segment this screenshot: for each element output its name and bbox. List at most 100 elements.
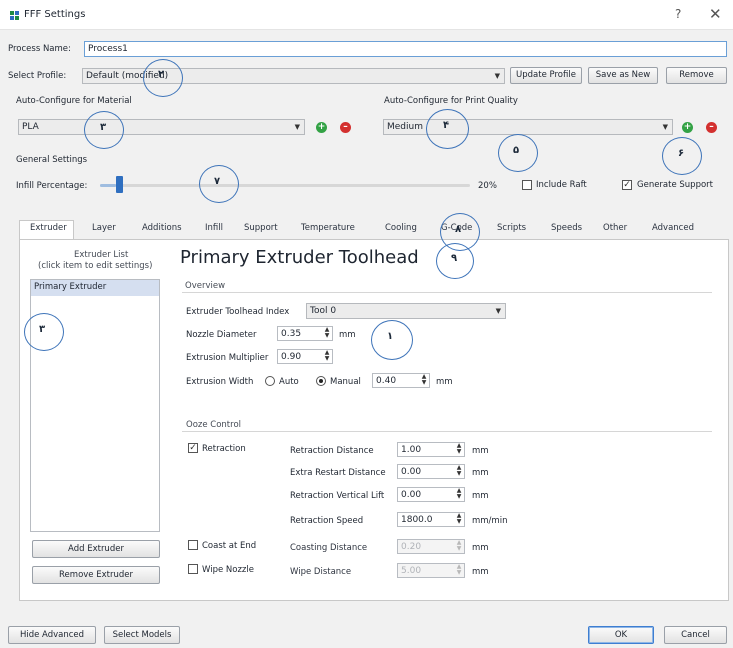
tab-additions[interactable]: Additions [142,223,182,239]
retraction-speed-spinbox[interactable]: 1800.0 ▲ ▼ [397,512,465,527]
tab-scripts[interactable]: Scripts [497,223,526,239]
spin-arrows-icon[interactable]: ▲ ▼ [454,540,464,553]
extra-restart-distance-value: 0.00 [401,467,422,477]
nozzle-diameter-spinbox[interactable]: 0.35 ▲ ▼ [277,326,333,341]
annotation-number: ۳ [100,122,107,133]
tab-other[interactable]: Other [603,223,627,239]
retraction-label: Retraction [202,444,246,454]
coasting-distance-label: Coasting Distance [290,543,368,553]
spin-arrows-icon[interactable]: ▲ ▼ [454,488,464,501]
extrusion-width-label: Extrusion Width [186,377,254,387]
vertical-lift-spinbox[interactable]: 0.00 ▲ ▼ [397,487,465,502]
width-auto-label: Auto [279,377,299,387]
annotation-number: ۷ [214,176,221,187]
retraction-distance-spinbox[interactable]: 1.00 ▲ ▼ [397,442,465,457]
include-raft-checkbox[interactable] [522,180,532,190]
vertical-lift-unit: mm [472,491,489,501]
tab-layer[interactable]: Layer [92,223,116,239]
extrusion-multiplier-spinbox[interactable]: 0.90 ▲ ▼ [277,349,333,364]
nozzle-diameter-value: 0.35 [281,329,302,339]
annotation-number: ۲ [158,69,165,80]
vertical-lift-value: 0.00 [401,490,422,500]
annotation-number: ۱ [387,331,394,342]
spin-arrows-icon[interactable]: ▲ ▼ [454,443,464,456]
nozzle-unit: mm [339,330,356,340]
tab-infill[interactable]: Infill [205,223,223,239]
extrusion-width-value: 0.40 [376,376,397,386]
spin-arrows-icon[interactable]: ▲ ▼ [322,350,332,363]
select-models-button[interactable]: Select Models [104,626,180,644]
toolhead-index-value: Tool 0 [310,306,337,316]
infill-slider-handle[interactable] [116,176,123,193]
divider [182,431,712,432]
generate-support-checkbox[interactable]: ✓ [622,180,632,190]
save-as-new-button[interactable]: Save as New [588,67,658,84]
tab-temperature[interactable]: Temperature [301,223,355,239]
width-manual-radio[interactable] [316,376,326,386]
infill-slider-fill [100,184,116,187]
process-name-label: Process Name: [8,44,71,54]
help-button[interactable]: ? [675,7,681,21]
cancel-button[interactable]: Cancel [664,626,727,644]
generate-support-label: Generate Support [637,180,714,190]
extrusion-width-spinbox[interactable]: 0.40 ▲ ▼ [372,373,430,388]
infill-slider-track[interactable] [100,184,470,187]
window-title: FFF Settings [24,9,86,20]
close-button[interactable]: ✕ [709,5,722,23]
update-profile-button[interactable]: Update Profile [510,67,582,84]
material-group-label: Auto-Configure for Material [16,96,132,106]
overview-label: Overview [185,281,226,291]
remove-extruder-button[interactable]: Remove Extruder [32,566,160,584]
extra-restart-distance-unit: mm [472,468,489,478]
ok-button[interactable]: OK [588,626,654,644]
toolhead-index-select[interactable]: Tool 0 ▼ [306,303,506,319]
tab-speeds[interactable]: Speeds [551,223,582,239]
process-name-input[interactable]: Process1 [84,41,727,57]
coasting-distance-value: 0.20 [401,542,422,552]
coasting-distance-spinbox[interactable]: 0.20 ▲ ▼ [397,539,465,554]
page-title: Primary Extruder Toolhead [180,247,419,268]
remove-material-icon[interactable]: – [340,122,351,133]
general-settings-label: General Settings [16,155,88,165]
tab-cooling[interactable]: Cooling [385,223,417,239]
remove-profile-button[interactable]: Remove [666,67,727,84]
material-select[interactable]: PLA ▼ [18,119,305,135]
spin-arrows-icon[interactable]: ▲ ▼ [322,327,332,340]
coast-at-end-checkbox[interactable] [188,540,198,550]
wipe-nozzle-label: Wipe Nozzle [202,565,254,575]
retraction-distance-value: 1.00 [401,445,422,455]
extrusion-multiplier-label: Extrusion Multiplier [186,353,269,363]
remove-quality-icon[interactable]: – [706,122,717,133]
infill-percentage-label: Infill Percentage: [16,181,88,191]
infill-percentage-value: 20% [478,181,497,191]
toolhead-index-label: Extruder Toolhead Index [186,307,290,317]
chevron-down-icon: ▼ [495,307,501,315]
spin-arrows-icon[interactable]: ▲ ▼ [419,374,429,387]
retraction-speed-label: Retraction Speed [290,516,364,526]
add-material-icon[interactable]: + [316,122,327,133]
retraction-distance-label: Retraction Distance [290,446,374,456]
tab-extruder-label[interactable]: Extruder [30,223,67,239]
spin-arrows-icon[interactable]: ▲ ▼ [454,513,464,526]
width-auto-radio[interactable] [265,376,275,386]
spin-arrows-icon[interactable]: ▲ ▼ [454,465,464,478]
extruder-list-hint: (click item to edit settings) [38,261,153,271]
extra-restart-distance-spinbox[interactable]: 0.00 ▲ ▼ [397,464,465,479]
add-quality-icon[interactable]: + [682,122,693,133]
hide-advanced-button[interactable]: Hide Advanced [8,626,96,644]
chevron-down-icon: ▼ [294,123,300,131]
retraction-distance-unit: mm [472,446,489,456]
include-raft-label: Include Raft [536,180,587,190]
tab-advanced[interactable]: Advanced [652,223,694,239]
retraction-speed-unit: mm/min [472,516,508,526]
spin-arrows-icon[interactable]: ▲ ▼ [454,564,464,577]
annotation-number: ۴ [443,120,450,131]
retraction-checkbox[interactable]: ✓ [188,443,198,453]
add-extruder-button[interactable]: Add Extruder [32,540,160,558]
wipe-nozzle-checkbox[interactable] [188,564,198,574]
wipe-distance-spinbox[interactable]: 5.00 ▲ ▼ [397,563,465,578]
chevron-down-icon: ▼ [662,123,668,131]
ooze-control-label: Ooze Control [186,420,242,430]
tab-support[interactable]: Support [244,223,278,239]
list-item[interactable]: Primary Extruder [31,280,159,296]
